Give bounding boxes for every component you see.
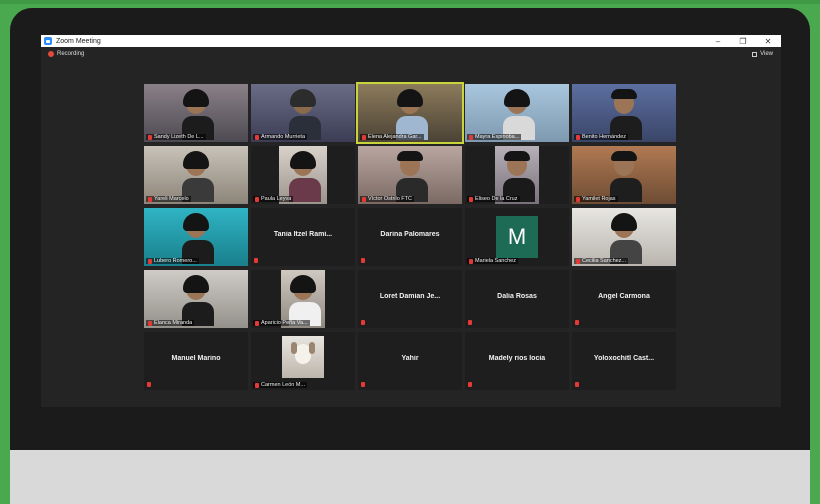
participant-tile[interactable]: Aparicio Peña Va... xyxy=(251,270,355,328)
meeting-toolbar: Recording View xyxy=(41,47,781,63)
participant-tile[interactable]: Lubero Romero... xyxy=(144,208,248,266)
participant-tile[interactable]: Yareli Marcelo xyxy=(144,146,248,204)
participant-tile[interactable]: Mayra Espinoba... xyxy=(465,84,569,142)
muted-mic-icon xyxy=(254,258,258,263)
zoom-logo-icon xyxy=(44,37,52,45)
participant-name: Yahir xyxy=(401,355,419,362)
muted-mic-icon xyxy=(255,134,259,140)
muted-mic-icon xyxy=(255,320,259,326)
participant-name: Cecilia Sanchez... xyxy=(582,258,627,264)
participant-name: Yoloxochitl Cast... xyxy=(593,355,655,362)
participant-name: Mayra Espinoba... xyxy=(475,134,520,140)
participant-tile[interactable]: Eliseo De la Cruz xyxy=(465,146,569,204)
muted-mic-icon xyxy=(361,320,365,325)
participant-tile[interactable]: Loret Damian Je... xyxy=(358,270,462,328)
recording-indicator[interactable]: Recording xyxy=(48,51,84,57)
participant-tile[interactable]: Yamilet Rojas xyxy=(572,146,676,204)
minimize-button[interactable]: – xyxy=(707,35,729,47)
participant-tile[interactable]: Manuel Marino xyxy=(144,332,248,390)
participant-name: Elena Alejandra Gar... xyxy=(368,134,422,140)
monitor-chin xyxy=(10,450,810,504)
participant-name: Aparicio Peña Va... xyxy=(261,320,308,326)
muted-mic-icon xyxy=(575,382,579,387)
participant-name: Angel Carmona xyxy=(598,293,650,300)
participant-tile-active-speaker[interactable]: Elena Alejandra Gar... xyxy=(356,82,464,144)
participant-name: Tania Itzel Rami... xyxy=(273,231,333,238)
recording-label: Recording xyxy=(57,51,85,57)
participant-name: Sandy Lizeth De L... xyxy=(154,134,204,140)
view-label: View xyxy=(760,51,773,57)
muted-mic-icon xyxy=(362,134,366,140)
muted-mic-icon xyxy=(469,258,473,264)
muted-mic-icon xyxy=(576,196,580,202)
zoom-window: Zoom Meeting – ❐ ✕ Recording View Sandy … xyxy=(41,35,781,407)
window-title: Zoom Meeting xyxy=(56,37,101,45)
participant-name: Benito Hernández xyxy=(582,134,627,140)
participant-tile[interactable]: Armando Murrieta xyxy=(251,84,355,142)
muted-mic-icon xyxy=(147,382,151,387)
muted-mic-icon xyxy=(468,320,472,325)
muted-mic-icon xyxy=(148,258,152,264)
participant-name: Elanca Miranda xyxy=(154,320,193,326)
maximize-button[interactable]: ❐ xyxy=(732,35,754,47)
participant-name: Yamilet Rojas xyxy=(582,196,616,202)
participant-name: Yareli Marcelo xyxy=(154,196,189,202)
muted-mic-icon xyxy=(255,196,259,202)
participant-name: Darina Palomares xyxy=(380,231,440,238)
muted-mic-icon xyxy=(468,382,472,387)
muted-mic-icon xyxy=(148,320,152,326)
participant-name: Paula Leyva xyxy=(261,196,292,202)
participant-tile[interactable]: Elanca Miranda xyxy=(144,270,248,328)
muted-mic-icon xyxy=(255,382,259,388)
participant-name: Manuel Marino xyxy=(171,355,221,362)
muted-mic-icon xyxy=(469,196,473,202)
participant-name: Madely rios locia xyxy=(488,355,546,362)
background-strip xyxy=(0,0,820,4)
participant-tile[interactable]: Carmen León M... xyxy=(251,332,355,390)
participant-tile[interactable]: Sandy Lizeth De L... xyxy=(144,84,248,142)
muted-mic-icon xyxy=(361,258,365,263)
participant-name: Armando Murrieta xyxy=(261,134,306,140)
muted-mic-icon xyxy=(576,258,580,264)
participant-tile[interactable]: Víctor Ostrilo FTC xyxy=(358,146,462,204)
participant-tile[interactable]: Benito Hernández xyxy=(572,84,676,142)
participant-name: Mariela Sanchez xyxy=(475,258,516,264)
participant-name: Loret Damian Je... xyxy=(379,293,441,300)
participant-tile[interactable]: Tania Itzel Rami... xyxy=(251,208,355,266)
participant-tile[interactable]: Yahir xyxy=(358,332,462,390)
participant-name: Carmen León M... xyxy=(261,382,306,388)
participant-name: Víctor Ostrilo FTC xyxy=(368,196,413,202)
profile-avatar: M xyxy=(496,216,538,258)
participant-tile[interactable]: Paula Leyva xyxy=(251,146,355,204)
participant-tile[interactable]: Yoloxochitl Cast... xyxy=(572,332,676,390)
muted-mic-icon xyxy=(469,134,473,140)
muted-mic-icon xyxy=(361,382,365,387)
participant-tile[interactable]: Angel Carmona xyxy=(572,270,676,328)
participant-tile[interactable]: Cecilia Sanchez... xyxy=(572,208,676,266)
participant-name: Eliseo De la Cruz xyxy=(475,196,518,202)
participant-name: Dalia Rosas xyxy=(497,293,537,300)
dog-profile-picture xyxy=(282,336,324,378)
record-dot-icon xyxy=(48,51,54,57)
participant-tile[interactable]: Darina Palomares xyxy=(358,208,462,266)
participant-tile[interactable]: M Mariela Sanchez xyxy=(465,208,569,266)
muted-mic-icon xyxy=(148,196,152,202)
title-bar: Zoom Meeting – ❐ ✕ xyxy=(41,35,781,47)
grid-view-icon xyxy=(752,51,758,57)
participant-tile[interactable]: Dalia Rosas xyxy=(465,270,569,328)
participant-tile[interactable]: Madely rios locia xyxy=(465,332,569,390)
muted-mic-icon xyxy=(576,134,580,140)
participant-name: Lubero Romero... xyxy=(154,258,197,264)
muted-mic-icon xyxy=(575,320,579,325)
view-button[interactable]: View xyxy=(752,51,773,57)
muted-mic-icon xyxy=(362,196,366,202)
muted-mic-icon xyxy=(148,134,152,140)
close-button[interactable]: ✕ xyxy=(757,35,779,47)
